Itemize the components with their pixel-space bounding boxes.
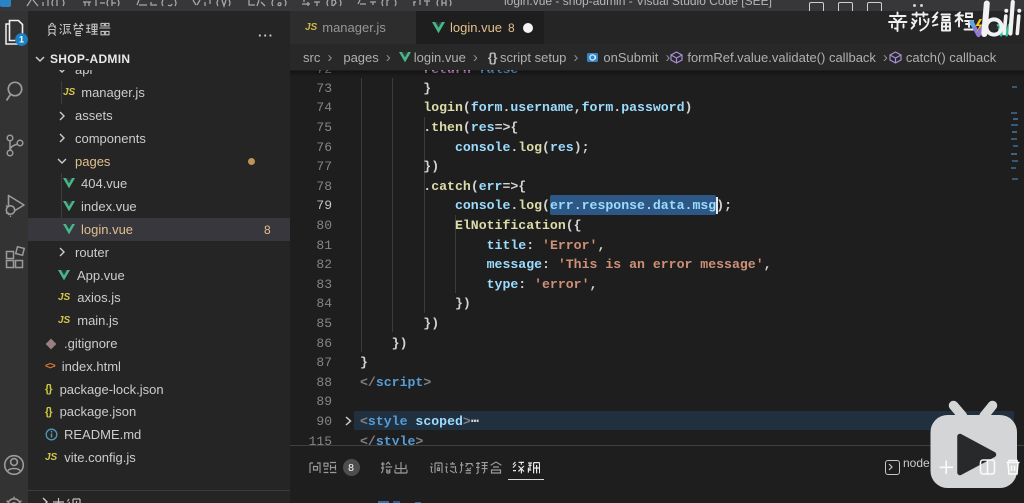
svg-text:1: 1 <box>19 35 24 45</box>
